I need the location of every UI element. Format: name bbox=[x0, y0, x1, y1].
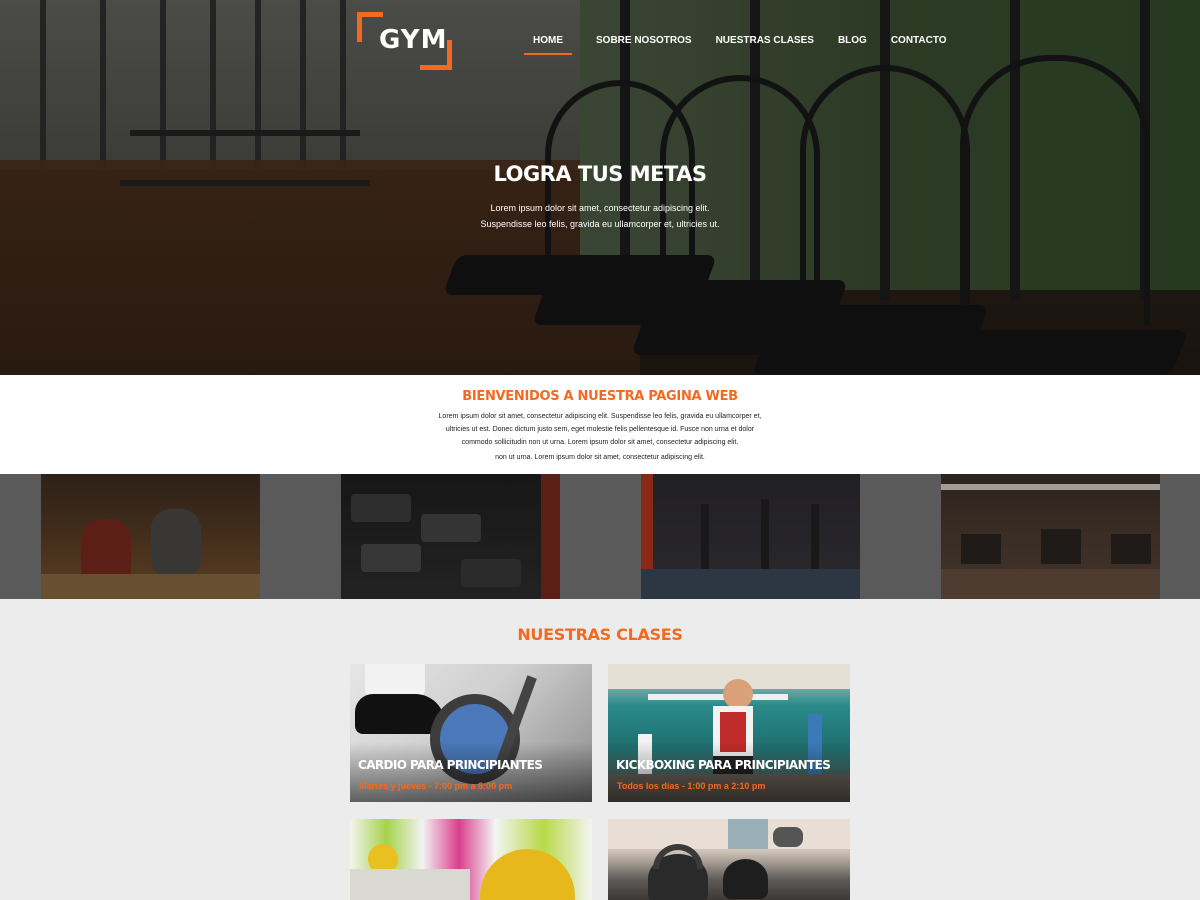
gallery-strip bbox=[0, 474, 1200, 599]
nav-item-nuestras-clases[interactable]: NUESTRAS CLASES bbox=[716, 33, 814, 55]
class-card-cardio[interactable]: CARDIO PARA PRINCIPIANTES Martes y jueve… bbox=[350, 664, 592, 802]
class-card-schedule: Martes y jueves - 7:00 pm a 8:00 pm bbox=[359, 781, 513, 791]
class-card-schedule: Todos los días - 1:00 pm a 2:10 pm bbox=[617, 781, 766, 791]
gym-logo[interactable]: GYM bbox=[357, 12, 452, 70]
class-card-title: CARDIO PARA PRINCIPIANTES bbox=[358, 758, 543, 772]
gallery-image-dumbbells[interactable] bbox=[341, 474, 560, 599]
hero-title: LOGRA TUS METAS bbox=[493, 162, 707, 186]
nav-item-contacto[interactable]: CONTACTO bbox=[891, 33, 947, 55]
logo-text: GYM bbox=[379, 25, 448, 55]
hero-banner: GYM HOME SOBRE NOSOTROS NUESTRAS CLASES … bbox=[0, 0, 1200, 375]
class-card-kettlebell[interactable] bbox=[608, 819, 850, 900]
welcome-paragraph: Lorem ipsum dolor sit amet, consectetur … bbox=[438, 413, 762, 446]
hero-subtitle-line1: Lorem ipsum dolor sit amet, consectetur … bbox=[490, 203, 710, 213]
nav-item-sobre-nosotros[interactable]: SOBRE NOSOTROS bbox=[596, 33, 692, 55]
class-card-title: KICKBOXING PARA PRINCIPIANTES bbox=[616, 758, 831, 772]
gallery-image-bikes[interactable] bbox=[641, 474, 860, 599]
nav-item-home[interactable]: HOME bbox=[524, 33, 572, 55]
gallery-image-stretching[interactable] bbox=[41, 474, 260, 599]
welcome-title: BIENVENIDOS A NUESTRA PAGINA WEB bbox=[462, 389, 738, 404]
gallery-image-weight-room[interactable] bbox=[941, 474, 1160, 599]
nav-item-blog[interactable]: BLOG bbox=[838, 33, 867, 55]
classes-title: NUESTRAS CLASES bbox=[517, 625, 683, 644]
welcome-section: BIENVENIDOS A NUESTRA PAGINA WEB Lorem i… bbox=[0, 375, 1200, 474]
hero-background-wall bbox=[0, 0, 600, 170]
class-card-kickboxing[interactable]: KICKBOXING PARA PRINCIPIANTES Todos los … bbox=[608, 664, 850, 802]
main-nav: HOME SOBRE NOSOTROS NUESTRAS CLASES BLOG… bbox=[524, 33, 971, 55]
welcome-paragraph-2: non ut urna. Lorem ipsum dolor sit amet,… bbox=[495, 454, 705, 461]
hero-subtitle-line2: Suspendisse leo felis, gravida eu ullamc… bbox=[480, 219, 720, 229]
class-card-pilates[interactable] bbox=[350, 819, 592, 900]
